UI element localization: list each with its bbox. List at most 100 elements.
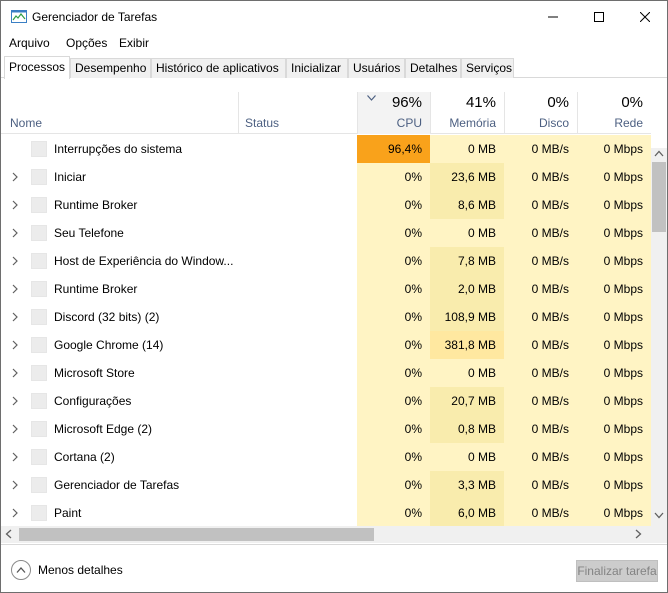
table-row[interactable]: Interrupções do sistema 96,4% 0 MB 0 MB/s 0 …: [1, 135, 651, 163]
process-network: 0 Mbps: [577, 275, 651, 303]
column-disk-label: Disco: [538, 116, 569, 130]
scroll-up-icon[interactable]: [654, 150, 664, 157]
process-network: 0 Mbps: [577, 135, 651, 163]
chevron-right-icon[interactable]: [10, 172, 20, 182]
scroll-left-icon[interactable]: [5, 529, 12, 539]
chevron-right-icon[interactable]: [10, 340, 20, 350]
table-row[interactable]: Microsoft Store 0% 0 MB 0 MB/s 0 Mbps: [1, 359, 651, 387]
process-icon: [31, 505, 47, 521]
column-header-memory[interactable]: 41% Memória: [430, 92, 504, 134]
process-memory: 108,9 MB: [430, 303, 504, 331]
title-bar[interactable]: Gerenciador de Tarefas: [1, 1, 667, 32]
horizontal-scrollbar[interactable]: [1, 526, 651, 543]
process-memory: 0 MB: [430, 443, 504, 471]
scroll-right-icon[interactable]: [635, 529, 642, 539]
chevron-right-icon[interactable]: [10, 452, 20, 462]
menu-arquivo[interactable]: Arquivo: [9, 36, 50, 50]
process-icon: [31, 365, 47, 381]
close-icon: [640, 11, 650, 22]
process-memory: 0 MB: [430, 135, 504, 163]
maximize-icon: [594, 11, 604, 22]
chevron-right-icon[interactable]: [10, 424, 20, 434]
process-network: 0 Mbps: [577, 163, 651, 191]
column-header-network[interactable]: 0% Rede: [577, 92, 651, 134]
process-cpu: 0%: [357, 247, 430, 275]
process-disk: 0 MB/s: [504, 359, 577, 387]
process-name: Interrupções do sistema: [54, 142, 183, 156]
vertical-scroll-thumb[interactable]: [652, 162, 666, 232]
process-name: Host de Experiência do Window...: [54, 254, 234, 268]
horizontal-scroll-thumb[interactable]: [19, 528, 374, 541]
menu-opcoes[interactable]: Opções: [66, 36, 107, 50]
process-network: 0 Mbps: [577, 191, 651, 219]
chevron-right-icon[interactable]: [10, 312, 20, 322]
less-details-circle: [11, 560, 31, 580]
chevron-right-icon[interactable]: [10, 228, 20, 238]
minimize-button[interactable]: [530, 1, 576, 32]
chevron-right-icon[interactable]: [10, 480, 20, 490]
process-disk: 0 MB/s: [504, 247, 577, 275]
tab-desempenho[interactable]: Desempenho: [70, 58, 151, 78]
minimize-icon: [548, 16, 558, 17]
column-header-disk[interactable]: 0% Disco: [504, 92, 577, 134]
close-button[interactable]: [622, 1, 668, 32]
table-row[interactable]: Discord (32 bits) (2) 0% 108,9 MB 0 MB/s 0 M…: [1, 303, 651, 331]
process-icon: [31, 169, 47, 185]
column-header-name[interactable]: Nome: [1, 92, 238, 134]
menu-exibir[interactable]: Exibir: [119, 36, 149, 50]
process-memory: 23,6 MB: [430, 163, 504, 191]
disk-total-percent: 0%: [547, 94, 569, 111]
table-row[interactable]: Microsoft Edge (2) 0% 0,8 MB 0 MB/s 0 Mbps: [1, 415, 651, 443]
maximize-button[interactable]: [576, 1, 622, 32]
table-row[interactable]: Paint 0% 6,0 MB 0 MB/s 0 Mbps: [1, 499, 651, 527]
table-row[interactable]: Cortana (2) 0% 0 MB 0 MB/s 0 Mbps: [1, 443, 651, 471]
chevron-right-icon[interactable]: [10, 508, 20, 518]
process-name: Paint: [54, 506, 82, 520]
process-cpu: 0%: [357, 499, 430, 527]
column-header-cpu[interactable]: 96% CPU: [357, 92, 430, 134]
process-network: 0 Mbps: [577, 219, 651, 247]
process-disk: 0 MB/s: [504, 135, 577, 163]
table-row[interactable]: Iniciar 0% 23,6 MB 0 MB/s 0 Mbps: [1, 163, 651, 191]
chevron-right-icon[interactable]: [10, 256, 20, 266]
process-cpu: 0%: [357, 275, 430, 303]
column-header-status[interactable]: Status: [238, 92, 357, 134]
process-cpu: 96,4%: [357, 135, 430, 163]
end-task-button[interactable]: Finalizar tarefa: [576, 560, 658, 582]
chevron-right-icon[interactable]: [10, 368, 20, 378]
column-network-label: Rede: [614, 116, 643, 130]
tab-historico-aplicativos[interactable]: Histórico de aplicativos: [151, 58, 286, 78]
process-icon: [31, 141, 47, 157]
process-network: 0 Mbps: [577, 331, 651, 359]
process-memory: 8,6 MB: [430, 191, 504, 219]
scrollbar-corner: [651, 526, 667, 543]
process-memory: 0 MB: [430, 359, 504, 387]
process-icon: [31, 449, 47, 465]
process-cpu: 0%: [357, 331, 430, 359]
table-row[interactable]: Gerenciador de Tarefas 0% 3,3 MB 0 MB/s 0 Mb…: [1, 471, 651, 499]
process-memory: 7,8 MB: [430, 247, 504, 275]
process-list: Interrupções do sistema 96,4% 0 MB 0 MB/s 0 …: [1, 135, 651, 527]
process-cpu: 0%: [357, 387, 430, 415]
table-row[interactable]: Seu Telefone 0% 0 MB 0 MB/s 0 Mbps: [1, 219, 651, 247]
table-row[interactable]: Configurações 0% 20,7 MB 0 MB/s 0 Mbps: [1, 387, 651, 415]
table-row[interactable]: Runtime Broker 0% 8,6 MB 0 MB/s 0 Mbps: [1, 191, 651, 219]
tab-processos[interactable]: Processos: [4, 56, 70, 79]
process-icon: [31, 281, 47, 297]
table-row[interactable]: Host de Experiência do Window... 0% 7,8 MB…: [1, 247, 651, 275]
chevron-right-icon[interactable]: [10, 284, 20, 294]
process-icon: [31, 421, 47, 437]
table-row[interactable]: Runtime Broker 0% 2,0 MB 0 MB/s 0 Mbps: [1, 275, 651, 303]
column-cpu-label: CPU: [396, 116, 422, 130]
tab-servicos[interactable]: Serviços: [461, 58, 514, 78]
scroll-down-icon[interactable]: [654, 512, 664, 519]
chevron-right-icon[interactable]: [10, 396, 20, 406]
tab-detalhes[interactable]: Detalhes: [405, 58, 461, 78]
vertical-scrollbar[interactable]: [651, 148, 667, 526]
process-name: Google Chrome (14): [54, 338, 164, 352]
table-row[interactable]: Google Chrome (14) 0% 381,8 MB 0 MB/s 0 Mbps: [1, 331, 651, 359]
tab-inicializar[interactable]: Inicializar: [286, 58, 348, 78]
less-details-button[interactable]: Menos detalhes: [11, 560, 123, 580]
tab-usuarios[interactable]: Usuários: [348, 58, 405, 78]
chevron-right-icon[interactable]: [10, 200, 20, 210]
